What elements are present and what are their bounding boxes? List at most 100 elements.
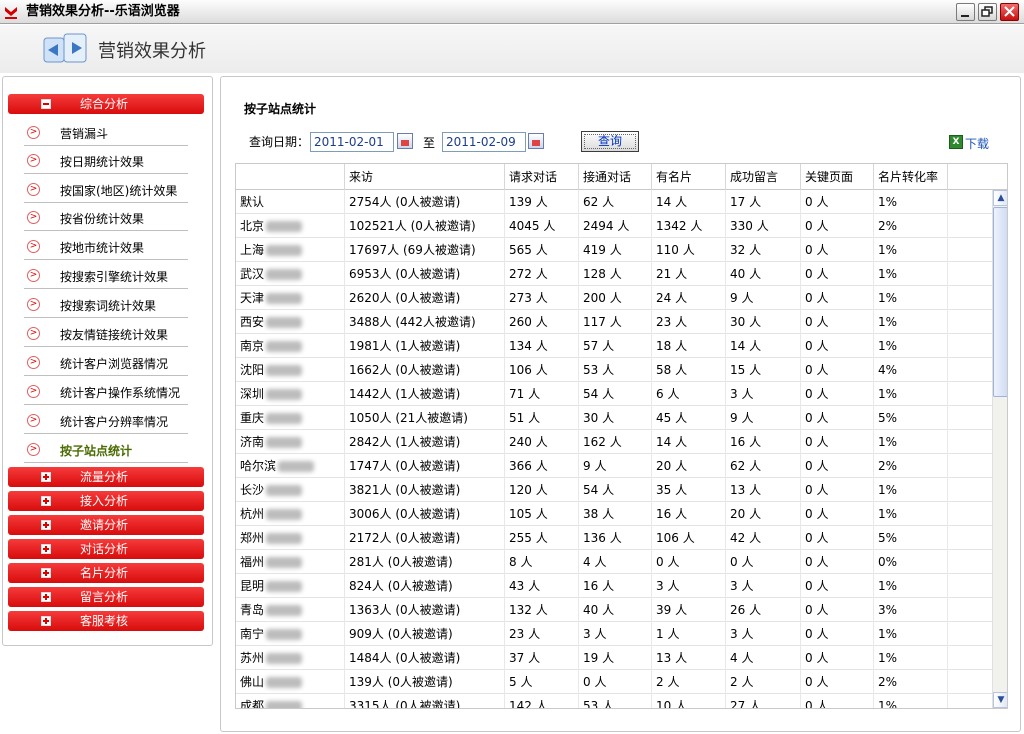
table-cell: 3 人 xyxy=(726,622,801,646)
table-cell: 昆明 xyxy=(236,574,345,598)
excel-icon[interactable]: X xyxy=(949,135,963,149)
table-row[interactable]: 济南 2842人 (1人被邀请) 240 人 162 人 14 人 16 人0 人 1% xyxy=(236,430,992,454)
close-button[interactable] xyxy=(1000,3,1019,21)
table-cell: 162 人 xyxy=(579,430,652,454)
table-row[interactable]: 佛山 139人 (0人被邀请) 5 人0 人2 人2 人0 人 2% xyxy=(236,670,992,694)
table-cell: 西安 xyxy=(236,310,345,334)
site-name: 昆明 xyxy=(240,579,265,593)
table-cell: 1662人 (0人被邀请) xyxy=(345,358,505,382)
table-row[interactable]: 上海 17697人 (69人被邀请) 565 人 419 人 110 人 32 人0 人1… xyxy=(236,238,992,262)
vertical-scrollbar[interactable]: ▲ ▼ xyxy=(992,190,1007,708)
sidebar-item-by-country[interactable]: > 按国家(地区)统计效果 xyxy=(24,175,188,203)
redacted-text xyxy=(266,701,303,708)
table-row[interactable]: 武汉 6953人 (0人被邀请) 272 人 128 人 21 人 40 人0 人 1% xyxy=(236,262,992,286)
column-header[interactable]: 名片转化率 xyxy=(874,164,948,190)
table-row[interactable]: 南京 1981人 (1人被邀请) 134 人 57 人 18 人 14 人0 人 1% xyxy=(236,334,992,358)
sidebar-group-dialog[interactable]: 对话分析 xyxy=(8,539,204,559)
column-header[interactable] xyxy=(236,164,345,190)
end-date-input[interactable]: 2011-02-09 xyxy=(442,132,526,152)
column-header[interactable]: 请求对话 xyxy=(505,164,579,190)
table-row[interactable]: 福州 281人 (0人被邀请) 8 人4 人0 人0 人0 人 0% xyxy=(236,550,992,574)
table-row[interactable]: 天津 2620人 (0人被邀请) 273 人 200 人 24 人9 人0 人 1% xyxy=(236,286,992,310)
sidebar-item-by-friend-link[interactable]: > 按友情链接统计效果 xyxy=(24,319,188,347)
column-header[interactable]: 关键页面 xyxy=(801,164,874,190)
calendar-icon[interactable] xyxy=(397,133,413,149)
table-cell: 134 人 xyxy=(505,334,579,358)
red-chevron-down-icon[interactable] xyxy=(3,4,19,20)
table-cell: 杭州 xyxy=(236,502,345,526)
table-cell: 1% xyxy=(874,310,948,334)
table-cell: 255 人 xyxy=(505,526,579,550)
table-row[interactable]: 昆明 824人 (0人被邀请) 43 人 16 人3 人3 人0 人 1% xyxy=(236,574,992,598)
minimize-button[interactable] xyxy=(956,3,975,21)
sidebar-group-label: 名片分析 xyxy=(80,566,129,580)
scroll-down-icon[interactable]: ▼ xyxy=(993,692,1007,708)
sidebar-item-by-city[interactable]: > 按地市统计效果 xyxy=(24,232,188,260)
start-date-input[interactable]: 2011-02-01 xyxy=(310,132,394,152)
table-cell: 0 人 xyxy=(652,550,726,574)
table-row[interactable]: 北京 102521人 (0人被邀请) 4045 人 2494 人 1342 人 330 人… xyxy=(236,214,992,238)
table-row[interactable]: 沈阳 1662人 (0人被邀请) 106 人 53 人 58 人 15 人0 人 4% xyxy=(236,358,992,382)
sidebar-group-service-review[interactable]: 客服考核 xyxy=(8,611,204,631)
table-row[interactable]: 青岛 1363人 (0人被邀请) 132 人 40 人 39 人 26 人0 人 3% xyxy=(236,598,992,622)
scroll-thumb[interactable] xyxy=(993,207,1007,397)
sidebar-item-browser[interactable]: > 统计客户浏览器情况 xyxy=(24,348,188,376)
table-cell: 1% xyxy=(874,334,948,358)
download-link[interactable]: 下载 xyxy=(965,135,989,152)
table-cell: 3 人 xyxy=(652,574,726,598)
sidebar-item-resolution[interactable]: > 统计客户分辨率情况 xyxy=(24,406,188,434)
query-button[interactable]: 查询 xyxy=(581,131,639,152)
table-row[interactable]: 南宁 909人 (0人被邀请) 23 人3 人1 人3 人0 人 1% xyxy=(236,622,992,646)
sidebar-item-funnel[interactable]: > 营销漏斗 xyxy=(24,118,188,146)
sidebar-item-by-date[interactable]: > 按日期统计效果 xyxy=(24,146,188,174)
table-cell: 6 人 xyxy=(652,382,726,406)
sidebar-item-os[interactable]: > 统计客户操作系统情况 xyxy=(24,377,188,405)
table-row[interactable]: 苏州 1484人 (0人被邀请) 37 人 19 人 13 人4 人0 人 1% xyxy=(236,646,992,670)
plus-square-icon xyxy=(41,496,51,506)
table-row[interactable]: 成都 3315人 (0人被邀请) 142 人 53 人 10 人 27 人0 人 1% xyxy=(236,694,992,708)
sidebar-item-by-keyword[interactable]: > 按搜索词统计效果 xyxy=(24,290,188,318)
table-row[interactable]: 郑州 2172人 (0人被邀请) 255 人 136 人 106 人 42 人0 人 5% xyxy=(236,526,992,550)
table-cell: 24 人 xyxy=(652,286,726,310)
calendar-icon[interactable] xyxy=(528,133,544,149)
table-cell: 14 人 xyxy=(652,190,726,214)
table-cell: 102521人 (0人被邀请) xyxy=(345,214,505,238)
sidebar-group-invitation[interactable]: 邀请分析 xyxy=(8,515,204,535)
scroll-up-icon[interactable]: ▲ xyxy=(993,190,1007,206)
plus-square-icon xyxy=(41,544,51,554)
sidebar-item-by-province[interactable]: > 按省份统计效果 xyxy=(24,203,188,231)
table-cell: 0 人 xyxy=(801,622,874,646)
table-row[interactable]: 深圳 1442人 (1人被邀请) 71 人 54 人6 人3 人0 人 1% xyxy=(236,382,992,406)
sidebar-group-card[interactable]: 名片分析 xyxy=(8,563,204,583)
column-header[interactable]: 接通对话 xyxy=(579,164,652,190)
column-header[interactable]: 来访 xyxy=(345,164,505,190)
redacted-text xyxy=(266,437,303,448)
sidebar-group-traffic[interactable]: 流量分析 xyxy=(8,467,204,487)
table-cell: 1% xyxy=(874,430,948,454)
swap-arrows-icon xyxy=(43,33,87,63)
table-row[interactable]: 默认 2754人 (0人被邀请) 139 人 62 人 14 人 17 人0 人 1% xyxy=(236,190,992,214)
table-cell: 3 人 xyxy=(579,622,652,646)
table-cell: 139 人 xyxy=(505,190,579,214)
sidebar-item-by-substation[interactable]: > 按子站点统计 xyxy=(24,435,188,463)
site-name: 苏州 xyxy=(240,651,265,665)
table-row[interactable]: 长沙 3821人 (0人被邀请) 120 人 54 人 35 人 13 人0 人 1% xyxy=(236,478,992,502)
table-row[interactable]: 杭州 3006人 (0人被邀请) 105 人 38 人 16 人 20 人0 人 1% xyxy=(236,502,992,526)
table-row[interactable]: 哈尔滨 1747人 (0人被邀请) 366 人9 人 20 人 62 人0 人 2% xyxy=(236,454,992,478)
column-header[interactable]: 成功留言 xyxy=(726,164,801,190)
table-row[interactable]: 重庆 1050人 (21人被邀请) 51 人 30 人 45 人9 人0 人 5% xyxy=(236,406,992,430)
table-cell: 4 人 xyxy=(726,646,801,670)
table-cell: 5 人 xyxy=(505,670,579,694)
restore-button[interactable] xyxy=(978,3,997,21)
sidebar-item-by-search-engine[interactable]: > 按搜索引擎统计效果 xyxy=(24,261,188,289)
table-row[interactable]: 西安 3488人 (442人被邀请) 260 人 117 人 23 人 30 人0 人 1% xyxy=(236,310,992,334)
table-cell: 1% xyxy=(874,646,948,670)
sidebar-item-label: 按省份统计效果 xyxy=(60,212,145,226)
sidebar-group-comprehensive[interactable]: 综合分析 xyxy=(8,94,204,114)
table-cell: 53 人 xyxy=(579,694,652,708)
table-cell: 273 人 xyxy=(505,286,579,310)
column-header[interactable]: 有名片 xyxy=(652,164,726,190)
sidebar-group-access[interactable]: 接入分析 xyxy=(8,491,204,511)
table-cell: 54 人 xyxy=(579,478,652,502)
sidebar-group-message[interactable]: 留言分析 xyxy=(8,587,204,607)
